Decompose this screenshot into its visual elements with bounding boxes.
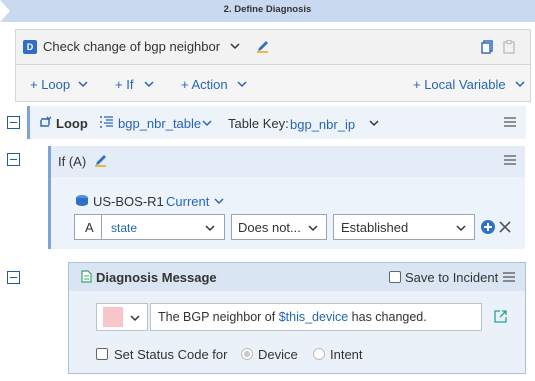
severity-color-chevron-down-icon[interactable] (130, 314, 140, 322)
add-action-chevron-down-icon[interactable] (237, 80, 247, 88)
condition-field-chevron-down-icon[interactable] (205, 224, 215, 232)
message-variable[interactable]: $this_device (279, 310, 349, 324)
diagnosis-message-title: Diagnosis Message (96, 270, 217, 285)
if-label: If (A) (58, 154, 87, 169)
remove-condition-icon[interactable] (499, 221, 511, 233)
message-prefix: The BGP neighbor of (158, 310, 279, 324)
loop-menu-icon[interactable] (504, 117, 516, 127)
diagnosis-menu-icon[interactable] (503, 272, 515, 282)
copy-icon[interactable] (481, 40, 494, 54)
severity-color-swatch (103, 307, 123, 327)
device-name[interactable]: US-BOS-R1 (93, 194, 164, 209)
diagnosis-badge-icon: D (23, 40, 37, 54)
add-action-label: + Action (181, 77, 228, 92)
condition-value-chevron-down-icon[interactable] (456, 224, 466, 232)
collapse-if-icon[interactable] (7, 153, 20, 166)
table-key-chevron-down-icon[interactable] (369, 119, 379, 127)
add-loop-button[interactable]: + Loop (30, 77, 70, 92)
add-local-variable-button[interactable]: + Local Variable (413, 77, 506, 92)
step-title: 2. Define Diagnosis (223, 4, 312, 15)
collapse-loop-icon[interactable] (7, 116, 20, 129)
diagnosis-title[interactable]: Check change of bgp neighbor (43, 39, 220, 54)
collapse-diagnosis-icon[interactable] (7, 271, 20, 284)
add-loop-chevron-down-icon[interactable] (78, 80, 88, 88)
add-local-variable-label: + Local Variable (413, 77, 506, 92)
condition-field: state (111, 221, 138, 235)
condition-alias: A (85, 220, 94, 235)
add-condition-icon[interactable] (481, 220, 495, 234)
intent-radio-label: Intent (330, 347, 363, 362)
device-radio-label: Device (258, 347, 298, 362)
save-to-incident-label: Save to Incident (405, 270, 499, 285)
device-icon (75, 194, 89, 206)
add-loop-label: + Loop (30, 77, 71, 92)
table-list-icon (99, 116, 114, 129)
condition-operator-chevron-down-icon[interactable] (308, 224, 318, 232)
add-if-chevron-down-icon[interactable] (144, 80, 154, 88)
device-radio-dot (244, 351, 250, 357)
device-state-select[interactable]: Current (166, 194, 209, 209)
table-key-label: Table Key: (228, 116, 289, 131)
loop-table-chevron-down-icon[interactable] (202, 119, 212, 127)
table-key-select[interactable]: bgp_nbr_ip (290, 117, 355, 132)
add-local-variable-chevron-down-icon[interactable] (515, 80, 525, 88)
title-chevron-down-icon[interactable] (230, 41, 240, 51)
paste-icon[interactable] (503, 40, 516, 54)
set-status-code-checkbox[interactable] (96, 348, 108, 360)
loop-icon (38, 116, 52, 129)
if-menu-icon[interactable] (504, 155, 516, 165)
set-status-code-label: Set Status Code for (114, 347, 228, 362)
add-if-button[interactable]: + If (115, 77, 133, 92)
message-suffix: has changed. (348, 310, 427, 324)
loop-label: Loop (56, 116, 88, 131)
if-edit-pencil-icon[interactable] (94, 153, 108, 167)
open-external-icon[interactable] (494, 310, 507, 323)
add-action-button[interactable]: + Action (181, 77, 228, 92)
save-to-incident-checkbox[interactable] (389, 271, 401, 283)
message-text: The BGP neighbor of $this_device has cha… (158, 310, 427, 324)
if-row (48, 146, 525, 177)
intent-radio[interactable] (313, 348, 325, 360)
add-if-label: + If (115, 77, 134, 92)
condition-operator: Does not... (238, 220, 301, 235)
device-state-chevron-down-icon[interactable] (214, 197, 224, 205)
message-document-icon (81, 270, 92, 283)
loop-table-select[interactable]: bgp_nbr_table (118, 116, 201, 131)
condition-value: Established (341, 220, 409, 235)
edit-pencil-icon[interactable] (256, 39, 270, 53)
